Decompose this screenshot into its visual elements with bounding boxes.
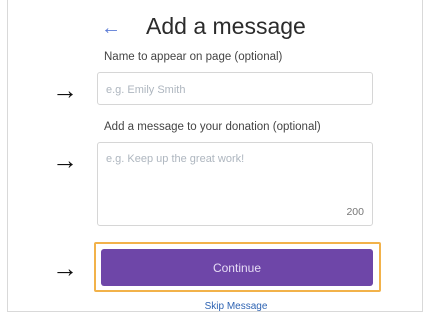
name-label: Name to appear on page (optional) bbox=[104, 51, 283, 63]
header: ← Add a message bbox=[0, 8, 430, 42]
pointer-arrow-icon: → bbox=[52, 145, 78, 175]
pointer-arrow-icon: → bbox=[52, 253, 78, 283]
message-textarea[interactable] bbox=[106, 153, 361, 203]
page-title: Add a message bbox=[146, 13, 306, 39]
name-field[interactable] bbox=[97, 72, 373, 105]
back-arrow-icon[interactable]: ← bbox=[101, 18, 121, 38]
skip-message-link[interactable]: Skip Message bbox=[0, 301, 430, 312]
name-input[interactable] bbox=[106, 83, 361, 97]
continue-button[interactable]: Continue bbox=[101, 249, 373, 286]
pointer-arrow-icon: → bbox=[52, 75, 78, 105]
character-counter: 200 bbox=[346, 206, 364, 218]
message-field[interactable]: 200 bbox=[97, 142, 373, 226]
message-label: Add a message to your donation (optional… bbox=[104, 121, 321, 133]
